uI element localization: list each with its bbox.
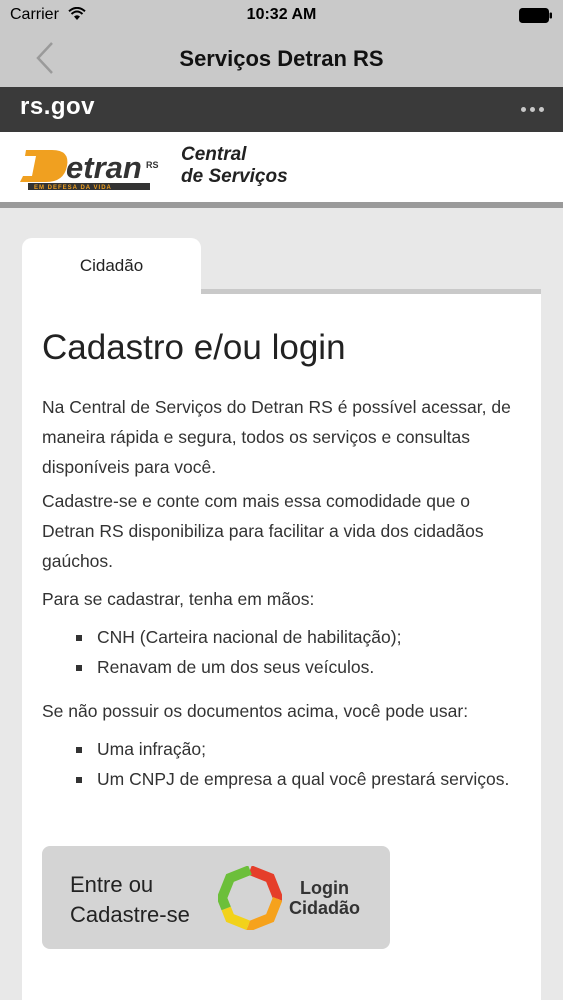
battery-icon	[519, 8, 552, 23]
list-item: Uma infração;	[42, 734, 522, 764]
tab-cidadao[interactable]: Cidadão	[22, 238, 201, 294]
central-servicos-label: Central de Serviços	[181, 144, 288, 187]
intro-paragraph: Na Central de Serviços do Detran RS é po…	[42, 397, 511, 477]
alternatives-paragraph: Se não possuir os documentos acima, você…	[42, 701, 469, 721]
login-cidadao-logo-text: Login Cidadão	[289, 878, 361, 918]
login-cidadao-logo-icon	[218, 866, 282, 930]
requirements-list: CNH (Carteira nacional de habilitação); …	[42, 622, 522, 682]
login-cidadao-button[interactable]: Entre ou Cadastre-se Login Cidadão	[42, 846, 390, 949]
brand-divider	[0, 202, 563, 208]
login-button-label: Entre ou Cadastre-se	[70, 872, 190, 927]
list-item: Renavam de um dos seus veículos.	[42, 652, 522, 682]
alternatives-list: Uma infração; Um CNPJ de empresa a qual …	[42, 734, 522, 794]
status-bar: Carrier 10:32 AM	[0, 0, 563, 30]
svg-text:EM DEFESA DA VIDA: EM DEFESA DA VIDA	[34, 185, 112, 191]
more-options-button[interactable]	[517, 97, 547, 121]
rs-gov-logo[interactable]: rs.gov	[20, 93, 95, 121]
list-item: CNH (Carteira nacional de habilitação);	[42, 622, 522, 652]
page-title: Cadastro e/ou login	[42, 328, 346, 367]
signup-paragraph: Cadastre-se e conte com mais essa comodi…	[42, 491, 484, 571]
list-item: Um CNPJ de empresa a qual você prestará …	[42, 764, 522, 794]
nav-bar: Serviços Detran RS	[0, 30, 563, 87]
gov-bar: rs.gov	[0, 87, 563, 132]
detran-logo: etran RS EM DEFESA DA VIDA	[20, 150, 159, 191]
svg-text:RS: RS	[146, 160, 159, 170]
detran-logo-text: etran	[66, 150, 142, 185]
nav-title: Serviços Detran RS	[179, 46, 384, 71]
requirements-paragraph: Para se cadastrar, tenha em mãos:	[42, 589, 315, 609]
status-time: 10:32 AM	[246, 6, 317, 23]
ellipsis-icon	[520, 106, 526, 112]
brand-header: etran RS EM DEFESA DA VIDA Central de Se…	[0, 132, 563, 202]
